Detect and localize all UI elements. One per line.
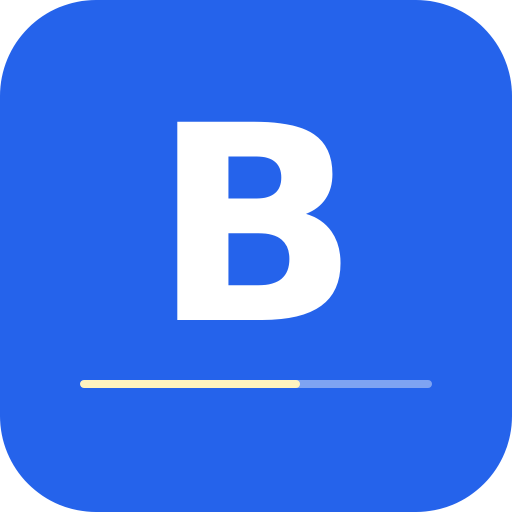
progress-fill: [80, 380, 300, 388]
progress-bar: [80, 380, 432, 388]
app-icon[interactable]: B: [0, 0, 512, 512]
icon-letter: B: [152, 69, 360, 385]
